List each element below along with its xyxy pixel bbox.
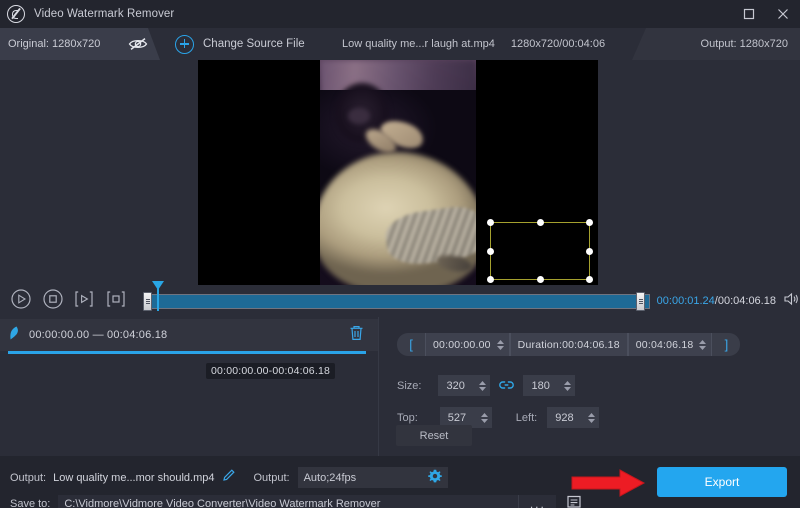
top-value: 527 (448, 412, 466, 424)
pencil-icon[interactable] (222, 468, 236, 487)
source-file-meta: 1280x720/00:04:06 (511, 38, 605, 50)
trim-handle-start[interactable] (143, 292, 152, 311)
watermark-removal-selection[interactable] (490, 222, 590, 280)
watermark-areas-panel: 00:00:00.00 — 00:04:06.18 + Add watermar… (0, 317, 378, 456)
resize-handle-top-right[interactable] (586, 219, 593, 226)
original-resolution-label: Original: 1280x720 (8, 38, 100, 50)
output-settings-row: Output: Low quality me...mor should.mp4 … (10, 467, 448, 488)
top-label: Top: (397, 412, 418, 424)
browse-button[interactable]: ... (518, 495, 556, 508)
time-readout: 00:00:01.24/00:04:06.18 (657, 295, 776, 307)
output-resolution-label: Output: 1280x720 (701, 38, 788, 50)
source-info-bar: Original: 1280x720 Change Source File Lo… (0, 28, 800, 60)
original-tab[interactable]: Original: 1280x720 (0, 28, 160, 60)
watermark-area-progress (8, 351, 366, 354)
end-time-stepper[interactable] (698, 339, 707, 351)
duration-value: Duration:00:04:06.18 (518, 339, 620, 351)
current-time: 00:00:01.24 (657, 295, 715, 307)
gear-icon[interactable] (428, 469, 442, 486)
export-button[interactable]: Export (657, 467, 787, 497)
end-time-value: 00:04:06.18 (636, 339, 694, 351)
play-circle-icon[interactable] (10, 288, 36, 314)
video-detail-muzzle (348, 108, 370, 124)
save-to-row: Save to: C:\Vidmore\Vidmore Video Conver… (10, 494, 582, 508)
transport-bar: 00:00:01.24/00:04:06.18 (0, 285, 800, 317)
save-to-label: Save to: (10, 498, 50, 508)
start-time-value: 00:00:00.00 (433, 339, 491, 351)
app-window: Video Watermark Remover Original: 1280x7… (0, 0, 800, 508)
plus-circle-icon (175, 35, 194, 54)
playhead-marker[interactable] (157, 283, 159, 311)
link-icon[interactable] (499, 377, 514, 395)
left-stepper[interactable] (587, 412, 596, 424)
window-controls (732, 0, 800, 28)
set-end-point-icon[interactable] (105, 288, 131, 314)
resize-handle-top-left[interactable] (487, 219, 494, 226)
trim-slider[interactable] (145, 291, 643, 311)
eraser-icon (7, 325, 21, 346)
change-source-file-button[interactable]: Change Source File (175, 28, 305, 60)
start-time-stepper[interactable] (496, 339, 505, 351)
output-format-select[interactable]: Auto;24fps (298, 467, 448, 488)
watermark-area-list-item[interactable]: 00:00:00.00 — 00:04:06.18 (0, 319, 378, 351)
change-source-file-label: Change Source File (203, 38, 305, 50)
reset-button[interactable]: Reset (396, 425, 472, 446)
window-title: Video Watermark Remover (34, 8, 174, 20)
top-stepper[interactable] (480, 412, 489, 424)
maximize-icon[interactable] (732, 0, 766, 28)
output-tab[interactable]: Output: 1280x720 (632, 28, 800, 60)
bracket-left-icon[interactable]: [ (397, 337, 425, 352)
resize-handle-bottom-left[interactable] (487, 276, 494, 283)
output-format-value: Auto;24fps (304, 472, 357, 484)
resize-handle-middle-left[interactable] (487, 248, 494, 255)
close-icon[interactable] (766, 0, 800, 28)
size-height-value: 180 (531, 380, 549, 392)
duration-field[interactable]: Duration:00:04:06.18 (510, 333, 628, 356)
size-height-stepper[interactable] (563, 380, 572, 392)
preview-area (0, 60, 800, 285)
size-row: Size: 320 180 (397, 375, 575, 396)
total-time: 00:04:06.18 (718, 295, 776, 307)
annotation-arrow-icon (570, 468, 648, 503)
title-bar: Video Watermark Remover (0, 0, 800, 28)
source-file-info: Low quality me...r laugh at.mp4 1280x720… (342, 28, 605, 60)
output-format-label: Output: (254, 472, 290, 484)
size-width-input[interactable]: 320 (438, 375, 490, 396)
left-value: 928 (555, 412, 573, 424)
save-to-path-input[interactable]: C:\Vidmore\Vidmore Video Converter\Video… (58, 495, 518, 508)
video-stage[interactable] (198, 60, 598, 285)
resize-handle-middle-right[interactable] (586, 248, 593, 255)
stop-circle-icon[interactable] (42, 288, 68, 314)
bottom-bar: Output: Low quality me...mor should.mp4 … (0, 456, 800, 508)
end-time-field[interactable]: 00:04:06.18 (628, 333, 713, 356)
source-file-name: Low quality me...r laugh at.mp4 (342, 38, 495, 50)
resize-handle-bottom-center[interactable] (537, 276, 544, 283)
trash-icon[interactable] (349, 325, 364, 346)
watermark-area-range: 00:00:00.00 — 00:04:06.18 (29, 329, 167, 341)
left-input[interactable]: 928 (547, 407, 599, 428)
segment-tooltip: 00:00:00.00-00:04:06.18 (206, 363, 335, 379)
left-label: Left: (516, 412, 537, 424)
set-start-point-icon[interactable] (73, 288, 99, 314)
size-width-value: 320 (446, 380, 464, 392)
speaker-icon[interactable] (784, 292, 800, 311)
video-frame (320, 60, 476, 285)
eye-off-icon[interactable] (128, 37, 148, 51)
trim-track[interactable] (145, 294, 650, 309)
size-width-stepper[interactable] (478, 380, 487, 392)
watermark-remover-logo-icon (7, 5, 25, 23)
output-name-label: Output: (10, 472, 46, 484)
size-height-input[interactable]: 180 (523, 375, 575, 396)
trim-handle-end[interactable] (636, 292, 645, 311)
bracket-right-icon[interactable]: ] (712, 337, 740, 352)
resize-handle-top-center[interactable] (537, 219, 544, 226)
resize-handle-bottom-right[interactable] (586, 276, 593, 283)
output-file-name: Low quality me...mor should.mp4 (53, 472, 214, 484)
time-range-fields: [ 00:00:00.00 Duration:00:04:06.18 00:04… (397, 333, 740, 356)
size-label: Size: (397, 380, 421, 392)
start-time-field[interactable]: 00:00:00.00 (425, 333, 510, 356)
